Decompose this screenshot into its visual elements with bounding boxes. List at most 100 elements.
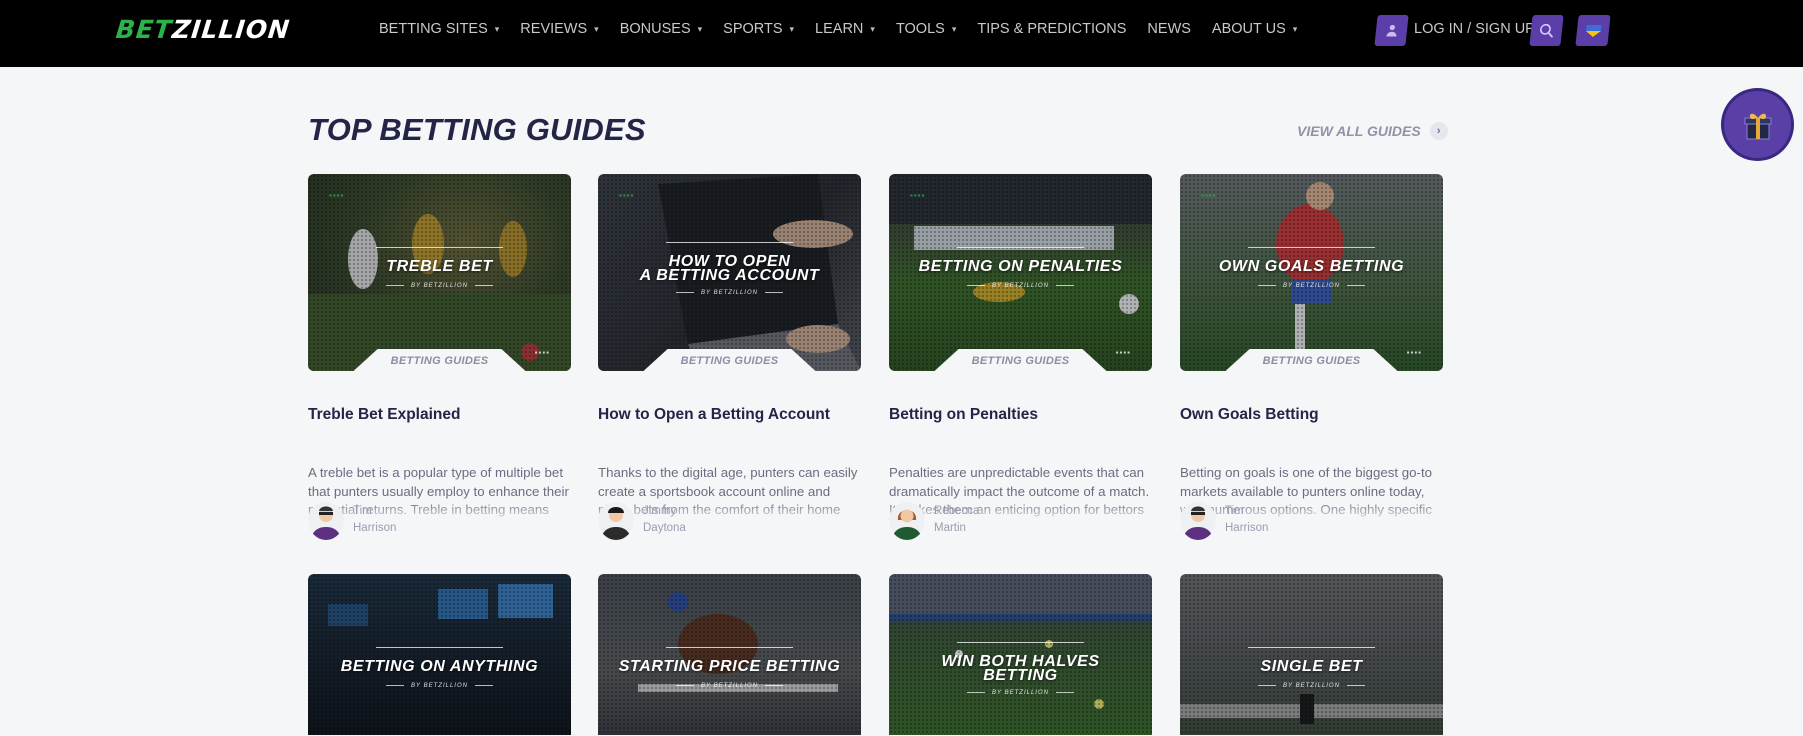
card-image[interactable]: ▪▪▪▪ TREBLE BET BY BETZILLION ▪▪▪▪ BETTI…	[308, 174, 571, 371]
nav-sports[interactable]: SPORTS ▾	[723, 21, 794, 37]
chevron-right-icon: ›	[1429, 122, 1448, 140]
card-title[interactable]: Own Goals Betting	[1180, 406, 1319, 424]
author-avatar	[598, 502, 634, 540]
author-avatar	[889, 502, 925, 540]
guide-card: BETTING ON ANYTHING BY BETZILLION	[308, 574, 571, 735]
author-first-name[interactable]: Jimmy	[643, 505, 676, 517]
image-byline: BY BETZILLION	[1180, 283, 1443, 289]
author-last-name[interactable]: Martin	[934, 522, 966, 534]
guide-card: STARTING PRICE BETTING BY BETZILLION	[598, 574, 861, 735]
title-divider	[957, 247, 1084, 248]
nav-reviews[interactable]: REVIEWS ▾	[520, 21, 598, 37]
card-image[interactable]: ▪▪▪▪ OWN GOALS BETTING BY BETZILLION ▪▪▪…	[1180, 174, 1443, 371]
user-icon[interactable]	[1374, 15, 1409, 46]
card-image[interactable]: STARTING PRICE BETTING BY BETZILLION	[598, 574, 861, 735]
card-image[interactable]: ▪▪▪▪ HOW TO OPEN A BETTING ACCOUNT BY BE…	[598, 174, 861, 371]
decorative-marks: ▪▪▪▪	[619, 191, 635, 200]
chevron-down-icon: ▾	[594, 23, 599, 34]
title-divider	[376, 647, 503, 648]
image-title: SINGLE BET	[1260, 658, 1363, 675]
nav-learn[interactable]: LEARN ▾	[815, 21, 875, 37]
card-title[interactable]: Treble Bet Explained	[308, 406, 460, 424]
image-byline: BY BETZILLION	[889, 283, 1152, 289]
author-last-name[interactable]: Harrison	[353, 522, 396, 534]
logo-part-bet: BET	[114, 15, 174, 44]
title-divider	[1248, 247, 1375, 248]
card-title[interactable]: Betting on Penalties	[889, 406, 1038, 424]
author-last-name[interactable]: Daytona	[643, 522, 686, 534]
login-signup-link[interactable]: LOG IN / SIGN UP	[1414, 21, 1535, 37]
card-image[interactable]: ▪▪▪▪ BETTING ON PENALTIES BY BETZILLION …	[889, 174, 1152, 371]
logo-part-zillion: ZILLION	[170, 15, 292, 44]
nav-news[interactable]: NEWS	[1147, 21, 1191, 37]
decorative-marks: ▪▪▪▪	[1115, 348, 1131, 357]
search-icon[interactable]	[1529, 15, 1564, 46]
section-title: TOP BETTING GUIDES	[308, 112, 646, 147]
image-byline: BY BETZILLION	[308, 683, 571, 689]
image-byline: BY BETZILLION	[889, 690, 1152, 696]
card-image[interactable]: WIN BOTH HALVES BETTING BY BETZILLION	[889, 574, 1152, 735]
title-divider	[666, 647, 793, 648]
nav-label: ABOUT US	[1211, 21, 1286, 37]
chevron-down-icon: ▾	[494, 23, 500, 34]
guide-card: ▪▪▪▪ TREBLE BET BY BETZILLION ▪▪▪▪ BETTI…	[308, 174, 571, 540]
card-description: Penalties are unpredictable events that …	[889, 465, 1150, 517]
chevron-down-icon: ▾	[697, 23, 703, 34]
nav-label: BETTING SITES	[379, 21, 488, 37]
image-title: BETTING ON ANYTHING	[340, 658, 539, 675]
nav-label: TOOLS	[895, 21, 945, 37]
nav-bonuses[interactable]: BONUSES ▾	[620, 21, 702, 37]
view-all-guides-link[interactable]: VIEW ALL GUIDES ›	[1297, 122, 1448, 140]
image-title: STARTING PRICE BETTING	[618, 658, 841, 675]
nav-label: NEWS	[1147, 21, 1191, 37]
card-title[interactable]: How to Open a Betting Account	[598, 406, 830, 424]
top-navigation-bar: BETZILLION BETTING SITES ▾ REVIEWS ▾ BONUS…	[0, 0, 1803, 67]
image-byline: BY BETZILLION	[598, 683, 861, 689]
card-image[interactable]: SINGLE BET BY BETZILLION	[1180, 574, 1443, 735]
title-divider	[957, 642, 1084, 643]
nav-tools[interactable]: TOOLS ▾	[896, 21, 956, 37]
image-title-line-2: BETTING	[983, 667, 1058, 684]
image-title: BETTING ON PENALTIES	[918, 258, 1123, 275]
gift-icon[interactable]	[1724, 91, 1791, 158]
image-title: OWN GOALS BETTING	[1218, 258, 1405, 275]
nav-betting-sites[interactable]: BETTING SITES ▾	[379, 21, 499, 37]
title-divider	[376, 247, 503, 248]
chevron-down-icon: ▾	[870, 23, 875, 34]
ukraine-flag-icon[interactable]	[1575, 15, 1611, 46]
main-nav: BETTING SITES ▾ REVIEWS ▾ BONUSES ▾ SPORTS ▾…	[379, 0, 1318, 58]
image-byline: BY BETZILLION	[308, 283, 571, 289]
image-byline: BY BETZILLION	[1180, 683, 1443, 689]
category-tag[interactable]: BETTING GUIDES	[934, 349, 1107, 371]
guide-card: ▪▪▪▪ OWN GOALS BETTING BY BETZILLION ▪▪▪…	[1180, 174, 1443, 540]
chevron-down-icon: ▾	[789, 23, 795, 34]
chevron-down-icon: ▾	[1292, 23, 1298, 34]
category-tag[interactable]: BETTING GUIDES	[1225, 349, 1398, 371]
author-first-name[interactable]: Tim	[353, 505, 372, 517]
author-first-name[interactable]: Rebecca	[934, 505, 979, 517]
nav-label: BONUSES	[619, 21, 691, 37]
nav-label: REVIEWS	[520, 21, 588, 37]
decorative-marks: ▪▪▪▪	[1406, 348, 1422, 357]
nav-label: LEARN	[815, 21, 864, 37]
image-title: WIN BOTH HALVES BETTING	[889, 654, 1152, 684]
author-avatar	[308, 502, 344, 540]
category-tag[interactable]: BETTING GUIDES	[353, 349, 526, 371]
category-tag[interactable]: BETTING GUIDES	[643, 349, 816, 371]
card-description: Betting on goals is one of the biggest g…	[1180, 465, 1433, 517]
nav-about-us[interactable]: ABOUT US ▾	[1212, 21, 1297, 37]
card-image[interactable]: BETTING ON ANYTHING BY BETZILLION	[308, 574, 571, 735]
nav-label: SPORTS	[723, 21, 783, 37]
card-description: Thanks to the digital age, punters can e…	[598, 465, 858, 517]
guide-card: ▪▪▪▪ BETTING ON PENALTIES BY BETZILLION …	[889, 174, 1152, 540]
chevron-down-icon: ▾	[951, 23, 957, 34]
image-title-line-2: A BETTING ACCOUNT	[639, 267, 820, 284]
author-last-name[interactable]: Harrison	[1225, 522, 1268, 534]
nav-tips-predictions[interactable]: TIPS & PREDICTIONS	[977, 21, 1126, 37]
betzillion-logo[interactable]: BETZILLION	[114, 15, 313, 45]
author-first-name[interactable]: Tim	[1225, 505, 1244, 517]
title-divider	[1248, 647, 1375, 648]
guide-card: WIN BOTH HALVES BETTING BY BETZILLION	[889, 574, 1152, 735]
card-description: A treble bet is a popular type of multip…	[308, 465, 569, 517]
nav-label: TIPS & PREDICTIONS	[977, 21, 1127, 37]
